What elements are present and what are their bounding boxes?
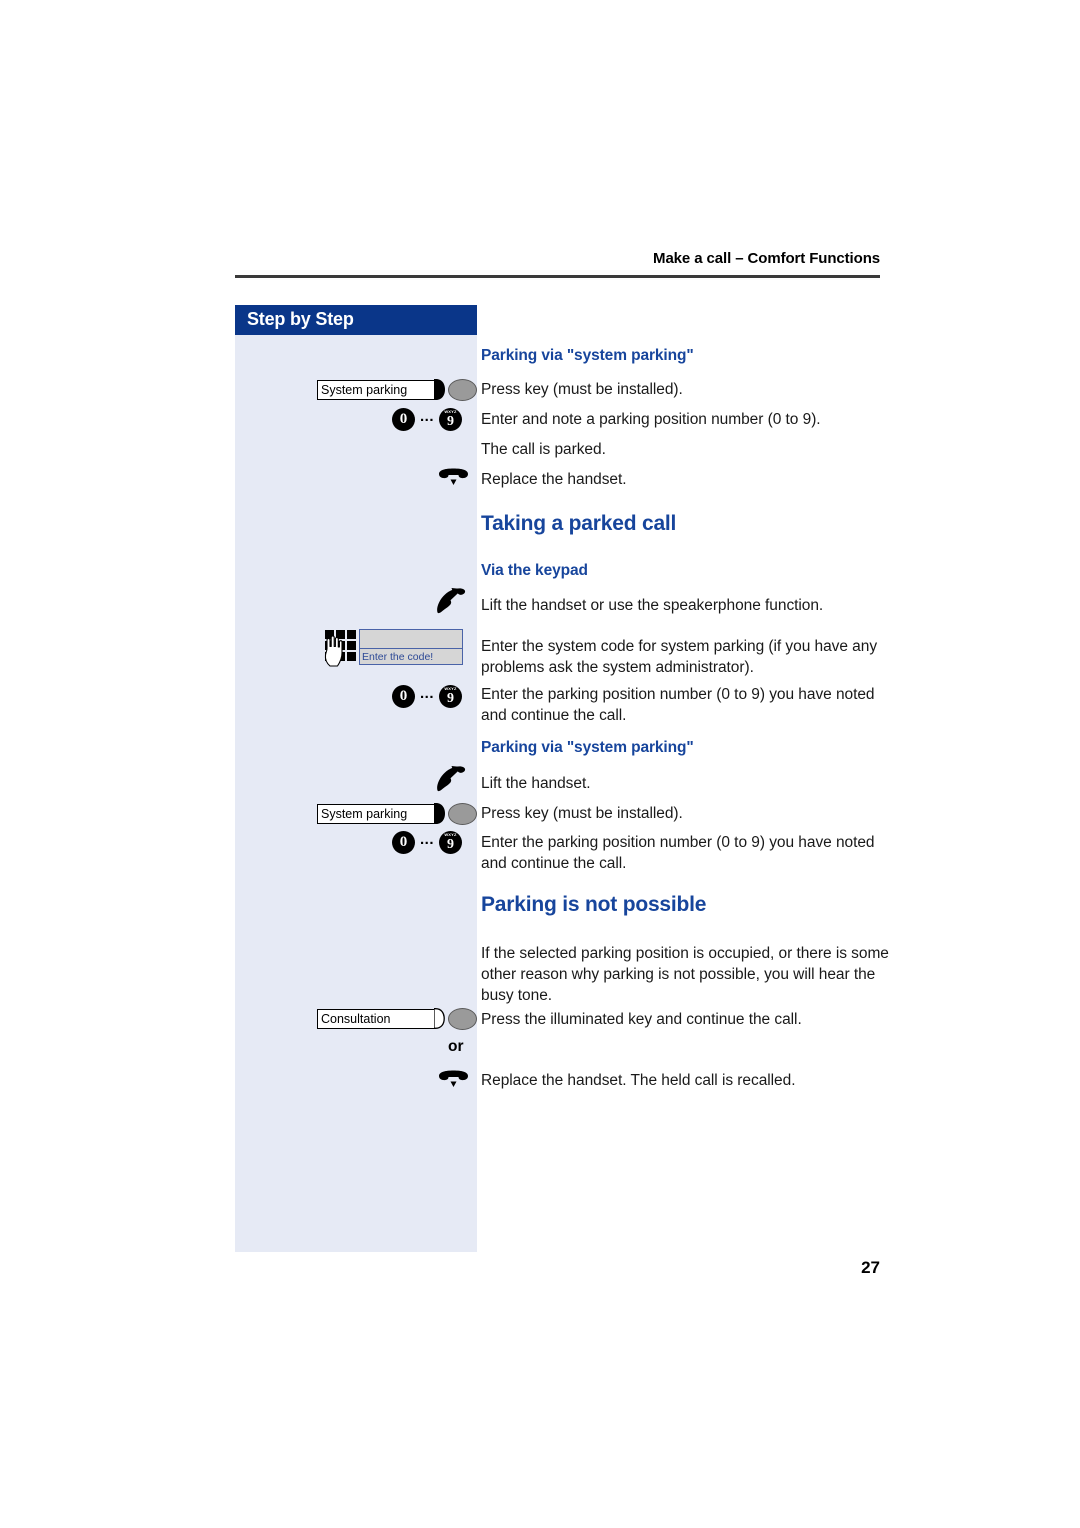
- phone-display: Enter the code!: [359, 629, 463, 665]
- keypad-digit-range-1[interactable]: 0 ... WXYZ 9: [392, 407, 463, 431]
- text-press-illuminated-key: Press the illuminated key and continue t…: [481, 1011, 802, 1028]
- text-replace-handset-1: Replace the handset.: [481, 471, 627, 488]
- page-number: 27: [861, 1258, 880, 1277]
- sidebar-title: Step by Step: [247, 309, 354, 329]
- key-lamp-icon: [448, 1008, 477, 1030]
- key-lamp-icon: [448, 379, 477, 401]
- text-lift-handset-or-speakerphone: Lift the handset or use the speakerphone…: [481, 597, 824, 614]
- function-key-consultation[interactable]: Consultation: [317, 1008, 477, 1030]
- replace-handset-icon: [437, 468, 471, 493]
- ellipsis: ...: [420, 407, 435, 425]
- text-enter-note-parking-position: Enter and note a parking position number…: [481, 411, 821, 428]
- key-arrow-outline-icon: [434, 1008, 445, 1030]
- keypad-digit-range-2[interactable]: 0 ... WXYZ 9: [392, 684, 463, 708]
- heading-parking-is-not-possible: Parking is not possible: [481, 893, 707, 916]
- function-key-system-parking-2[interactable]: System parking: [317, 803, 477, 825]
- digit-key-9-icon: WXYZ 9: [439, 831, 463, 854]
- function-key-system-parking-1[interactable]: System parking: [317, 379, 477, 401]
- heading-via-the-keypad: Via the keypad: [481, 562, 588, 579]
- text-press-key-installed-2: Press key (must be installed).: [481, 805, 683, 822]
- lift-handset-icon: [434, 588, 470, 619]
- text-replace-handset-recalled: Replace the handset. The held call is re…: [481, 1072, 796, 1089]
- display-prompt: Enter the code!: [362, 651, 434, 663]
- ellipsis: ...: [420, 830, 435, 848]
- text-lift-the-handset: Lift the handset.: [481, 775, 591, 792]
- display-line-blank: [360, 630, 462, 649]
- heading-parking-via-system-parking-1: Parking via "system parking": [481, 347, 694, 364]
- lift-handset-icon: [434, 766, 470, 797]
- sidebar-title-bar: Step by Step: [235, 305, 477, 335]
- keypad-entry-widget[interactable]: Enter the code!: [323, 629, 463, 667]
- key-arrow-filled-icon: [434, 803, 445, 825]
- heading-taking-a-parked-call: Taking a parked call: [481, 512, 677, 535]
- digit-key-0-icon: 0: [392, 408, 415, 431]
- replace-handset-icon: [437, 1070, 471, 1095]
- text-enter-system-code: Enter the system code for system parking…: [481, 638, 878, 676]
- or-separator: or: [448, 1038, 464, 1055]
- header-rule: [235, 275, 880, 278]
- function-key-label: Consultation: [317, 1009, 435, 1029]
- function-key-label: System parking: [317, 380, 435, 400]
- keypad-digit-range-3[interactable]: 0 ... WXYZ 9: [392, 830, 463, 854]
- keypad-hand-icon: [323, 629, 357, 667]
- manual-page: Make a call – Comfort Functions Step by …: [0, 0, 1080, 1528]
- heading-parking-via-system-parking-2: Parking via "system parking": [481, 739, 694, 756]
- digit-key-0-icon: 0: [392, 831, 415, 854]
- digit-key-9-icon: WXYZ 9: [439, 408, 463, 431]
- text-enter-parking-position-noted-2: Enter the parking position number (0 to …: [481, 834, 875, 872]
- digit-key-9-icon: WXYZ 9: [439, 685, 463, 708]
- text-call-is-parked: The call is parked.: [481, 441, 606, 458]
- key-lamp-icon: [448, 803, 477, 825]
- digit-key-0-icon: 0: [392, 685, 415, 708]
- function-key-label: System parking: [317, 804, 435, 824]
- ellipsis: ...: [420, 684, 435, 702]
- text-enter-parking-position-noted-1: Enter the parking position number (0 to …: [481, 686, 875, 724]
- text-parking-not-possible-explanation: If the selected parking position is occu…: [481, 945, 889, 1004]
- key-arrow-filled-icon: [434, 379, 445, 401]
- running-header: Make a call – Comfort Functions: [653, 250, 880, 267]
- text-press-key-installed-1: Press key (must be installed).: [481, 381, 683, 398]
